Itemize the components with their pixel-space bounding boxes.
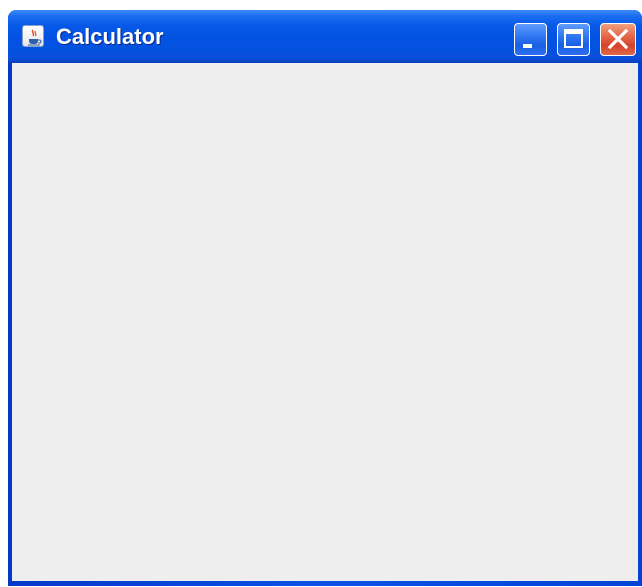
close-button[interactable] [600,23,636,56]
window-title: Calculator [56,24,164,49]
app-window: Calculator [8,10,642,586]
maximize-icon [564,29,583,48]
client-area [12,63,638,581]
title-bar[interactable]: Calculator [8,10,642,63]
maximize-button[interactable] [557,23,590,56]
minimize-icon [523,44,532,48]
java-coffee-cup-icon[interactable] [22,25,44,47]
close-icon [607,28,629,50]
minimize-button[interactable] [514,23,547,56]
